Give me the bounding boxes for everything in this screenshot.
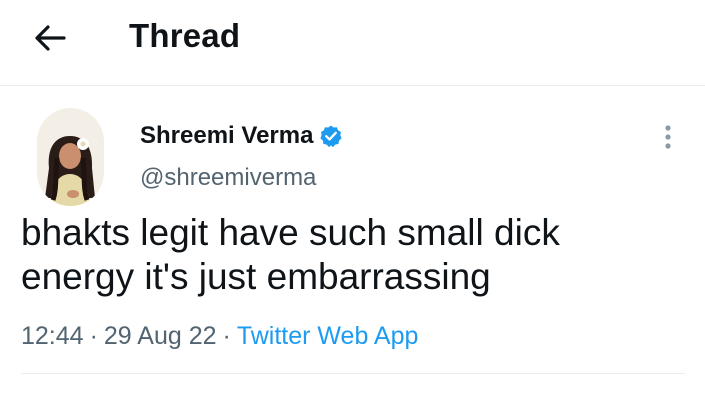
divider (21, 373, 685, 374)
author-name[interactable]: Shreemi Verma (140, 122, 313, 150)
meta-separator: · (222, 322, 231, 350)
author-handle[interactable]: @shreemiverma (140, 164, 316, 192)
verified-badge-icon (320, 125, 342, 148)
more-options-button[interactable] (655, 122, 681, 152)
tweet-time[interactable]: 12:44 (21, 320, 84, 352)
tweet-source-link[interactable]: Twitter Web App (237, 320, 419, 352)
thread-header: Thread (0, 0, 705, 86)
author-name-row[interactable]: Shreemi Verma (140, 122, 343, 150)
more-vertical-icon (665, 125, 671, 149)
meta-separator: · (89, 322, 98, 350)
tweet-meta: 12:44 · 29 Aug 22 · Twitter Web App (21, 320, 418, 352)
avatar[interactable] (37, 108, 104, 206)
tweet-date[interactable]: 29 Aug 22 (104, 320, 217, 352)
arrow-left-icon (35, 25, 66, 51)
tweet-text: bhakts legit have such small dick energy… (21, 212, 560, 297)
page-title: Thread (129, 17, 241, 54)
back-button[interactable] (30, 20, 70, 56)
